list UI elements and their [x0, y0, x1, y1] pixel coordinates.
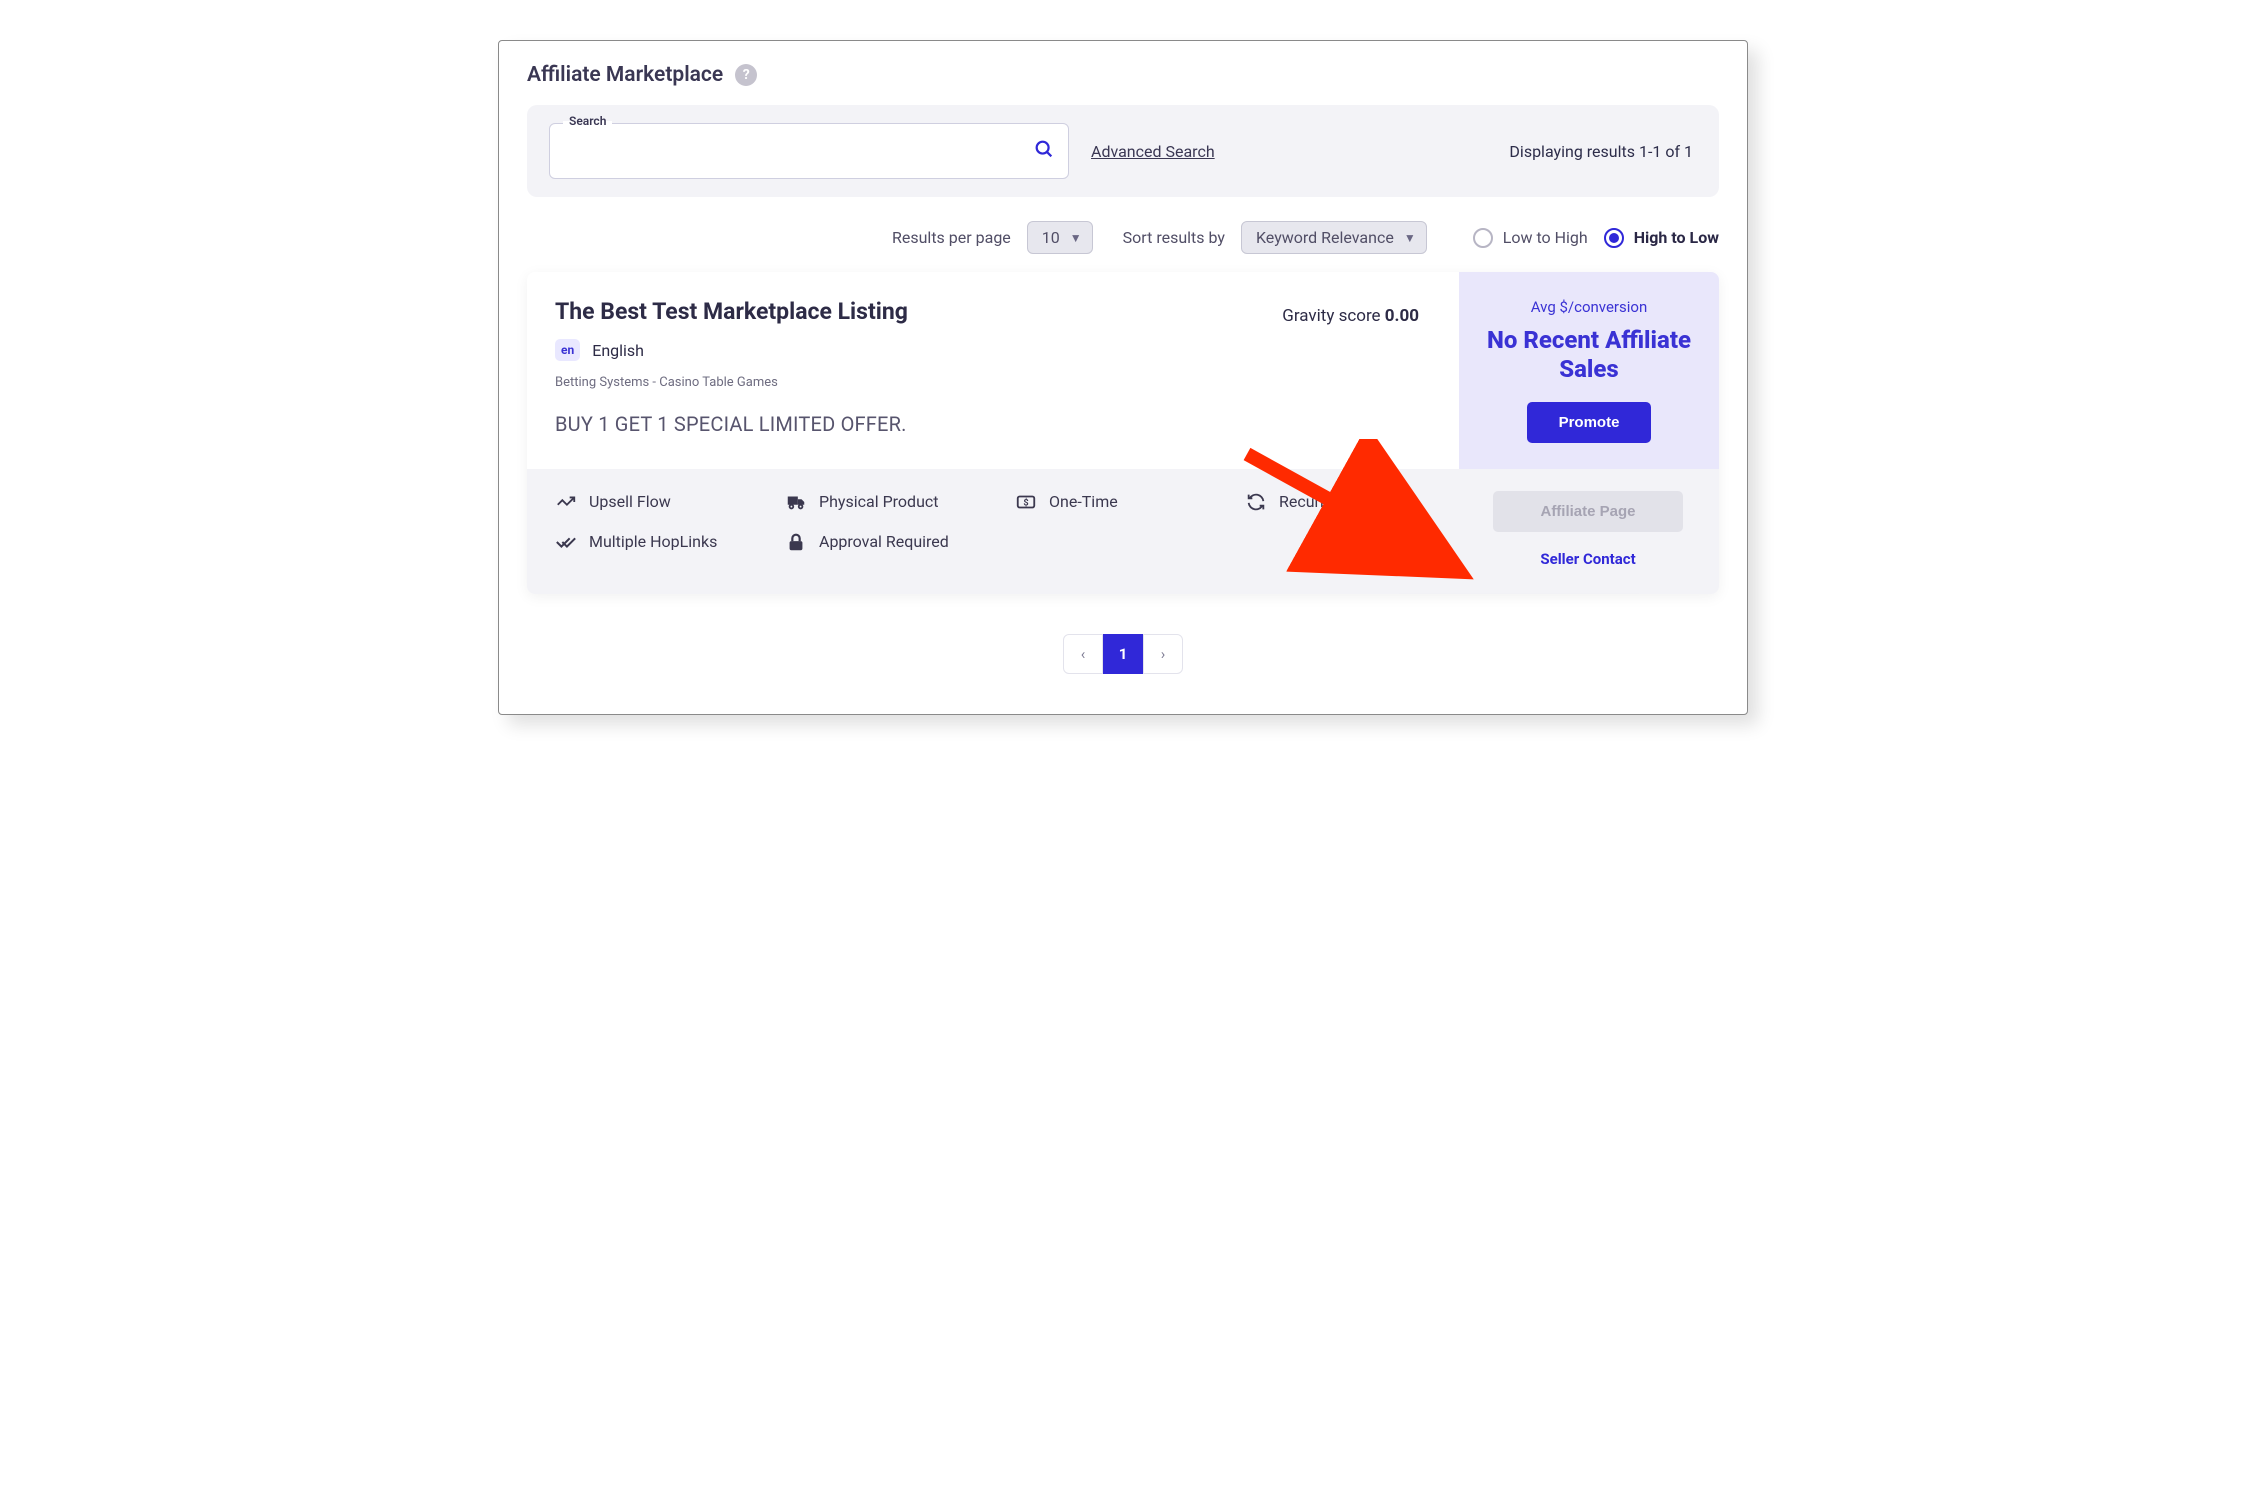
- feature-upsell: Upsell Flow: [555, 491, 785, 513]
- pagination: ‹ 1 ›: [499, 634, 1747, 674]
- trending-up-icon: [555, 491, 577, 513]
- title-row: Affiliate Marketplace ?: [499, 63, 1747, 105]
- results-per-page-label: Results per page: [892, 228, 1011, 247]
- page-prev-button[interactable]: ‹: [1063, 634, 1103, 674]
- radio-high-to-low[interactable]: [1604, 228, 1624, 248]
- no-recent-sales: No Recent Affiliate Sales: [1477, 326, 1701, 384]
- feature-one-time: $ One-Time: [1015, 491, 1245, 513]
- radio-low-to-high[interactable]: [1473, 228, 1493, 248]
- language-row: en English: [555, 339, 1433, 361]
- affiliate-page-button: Affiliate Page: [1493, 491, 1683, 532]
- page-number-button[interactable]: 1: [1103, 634, 1143, 674]
- refresh-icon: [1245, 491, 1267, 513]
- feature-label: Approval Required: [819, 532, 949, 551]
- listing-main: The Best Test Marketplace Listing en Eng…: [527, 272, 1459, 469]
- listing-card: The Best Test Marketplace Listing en Eng…: [527, 272, 1719, 594]
- chevron-down-icon: ▼: [1404, 231, 1416, 245]
- promote-button[interactable]: Promote: [1527, 402, 1652, 443]
- seller-contact-link[interactable]: Seller Contact: [1540, 550, 1635, 568]
- avg-conversion-label: Avg $/conversion: [1531, 298, 1647, 316]
- page-title: Affiliate Marketplace: [527, 63, 723, 87]
- page-next-button[interactable]: ›: [1143, 634, 1183, 674]
- sort-label: Sort results by: [1123, 228, 1225, 247]
- feature-multi-hoplinks: Multiple HopLinks: [555, 531, 785, 553]
- chevron-down-icon: ▼: [1070, 231, 1082, 245]
- sort-select[interactable]: Keyword Relevance ▼: [1241, 221, 1427, 254]
- search-input[interactable]: [549, 123, 1069, 179]
- gravity-score: Gravity score 0.00: [1282, 306, 1419, 326]
- category-text: Betting Systems - Casino Table Games: [555, 375, 1433, 390]
- search-bar: Search Advanced Search Displaying result…: [527, 105, 1719, 197]
- double-check-icon: [555, 531, 577, 553]
- lock-icon: [785, 531, 807, 553]
- search-field-wrap: Search: [549, 123, 1069, 179]
- advanced-search-link[interactable]: Advanced Search: [1091, 142, 1215, 161]
- listing-top: The Best Test Marketplace Listing en Eng…: [527, 272, 1719, 469]
- feature-label: Recurring: [1279, 492, 1347, 511]
- feature-label: Multiple HopLinks: [589, 532, 717, 551]
- svg-text:$: $: [1023, 497, 1028, 508]
- listing-bottom: Upsell Flow Physical Product $ One-Time …: [527, 469, 1719, 594]
- listing-side: Avg $/conversion No Recent Affiliate Sal…: [1459, 272, 1719, 469]
- feature-grid: Upsell Flow Physical Product $ One-Time …: [555, 491, 1483, 553]
- gravity-value: 0.00: [1385, 306, 1419, 326]
- results-per-page-select[interactable]: 10 ▼: [1027, 221, 1093, 254]
- feature-approval: Approval Required: [785, 531, 1015, 553]
- main-panel: Affiliate Marketplace ? Search Advanced …: [498, 40, 1748, 715]
- order-high-group[interactable]: High to Low: [1604, 228, 1719, 248]
- filter-row: Results per page 10 ▼ Sort results by Ke…: [499, 197, 1747, 272]
- radio-high-label: High to Low: [1634, 228, 1719, 247]
- offer-text: BUY 1 GET 1 SPECIAL LIMITED OFFER.: [555, 412, 1433, 436]
- results-per-page-value: 10: [1042, 228, 1060, 247]
- language-badge: en: [555, 339, 580, 361]
- search-label: Search: [563, 114, 612, 128]
- language-name: English: [592, 341, 644, 360]
- dollar-box-icon: $: [1015, 491, 1037, 513]
- search-icon[interactable]: [1033, 138, 1055, 164]
- feature-label: One-Time: [1049, 492, 1118, 511]
- feature-label: Physical Product: [819, 492, 939, 511]
- feature-physical: Physical Product: [785, 491, 1015, 513]
- feature-label: Upsell Flow: [589, 492, 671, 511]
- sort-value: Keyword Relevance: [1256, 228, 1394, 247]
- order-low-group[interactable]: Low to High: [1473, 228, 1588, 248]
- gravity-label: Gravity score: [1282, 306, 1380, 326]
- feature-recurring: Recurring: [1245, 491, 1483, 513]
- side-links: Affiliate Page Seller Contact: [1483, 491, 1693, 568]
- results-count: Displaying results 1-1 of 1: [1509, 142, 1693, 161]
- truck-icon: [785, 491, 807, 513]
- help-icon[interactable]: ?: [735, 64, 757, 86]
- radio-low-label: Low to High: [1503, 228, 1588, 247]
